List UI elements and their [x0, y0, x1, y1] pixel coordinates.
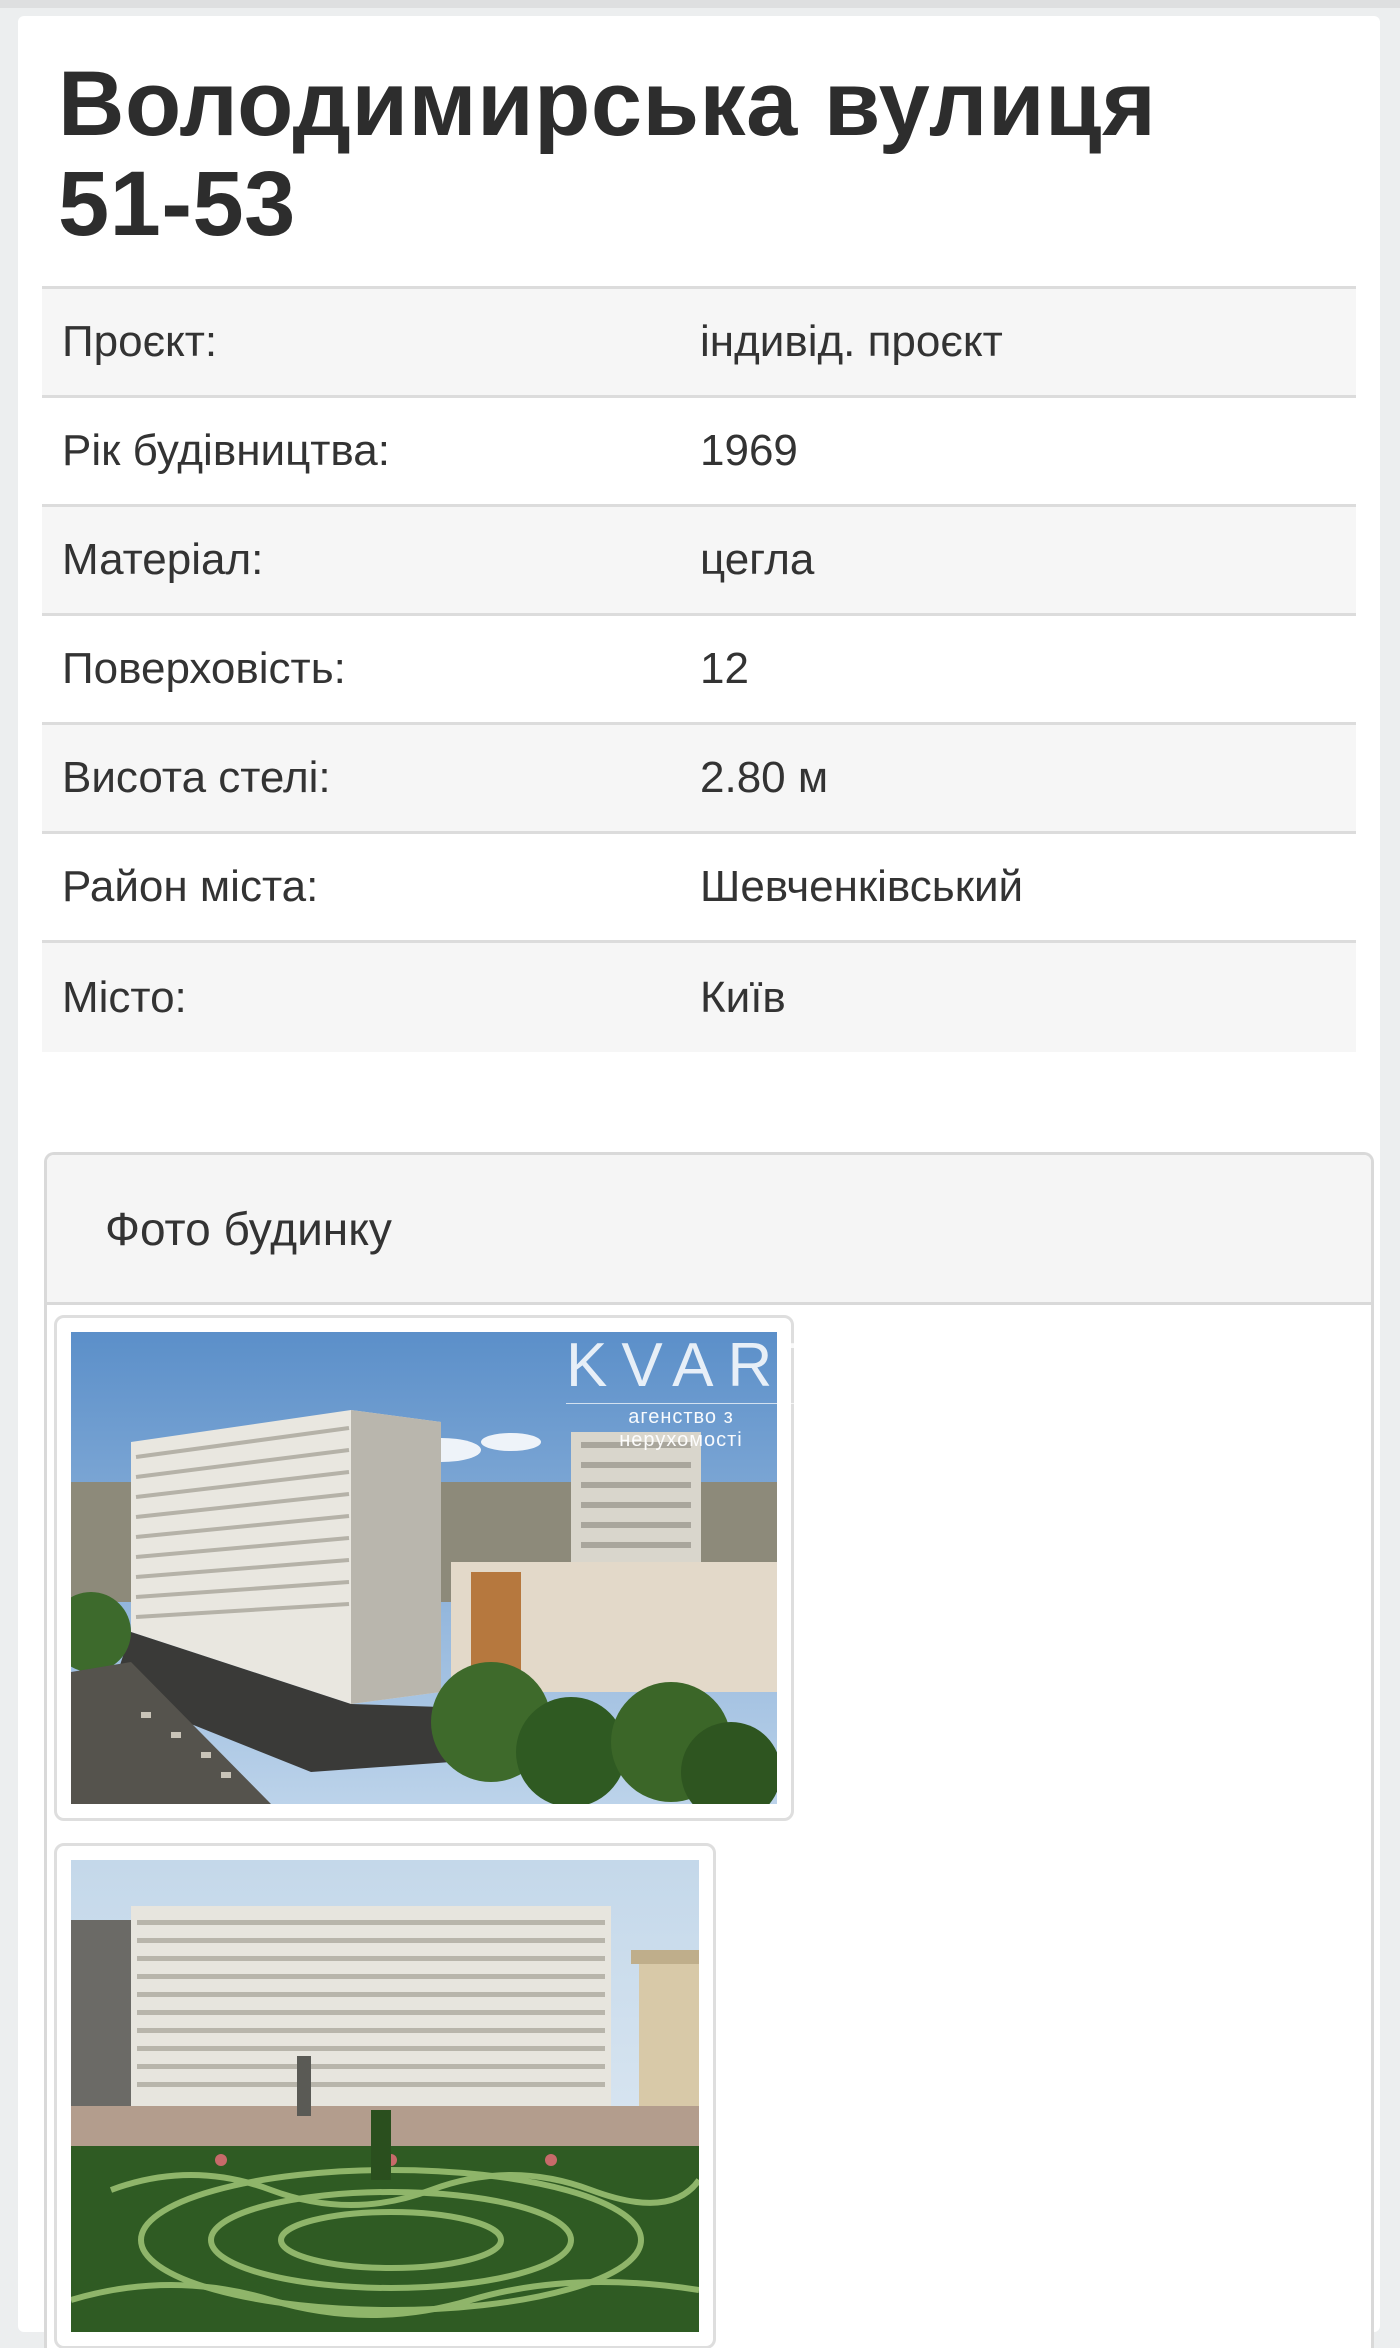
property-label: Проєкт: — [62, 317, 218, 366]
property-value: індивід. проєкт — [700, 317, 1003, 366]
property-row-floors: Поверховість: 12 — [42, 616, 1356, 725]
property-row-ceiling: Висота стелі: 2.80 м — [42, 725, 1356, 834]
property-value: цегла — [700, 535, 815, 584]
property-value: 1969 — [700, 426, 798, 475]
properties-table: Проєкт: індивід. проєкт Рік будівництва:… — [42, 286, 1356, 1052]
photos-panel-title: Фото будинку — [105, 1202, 392, 1255]
photos-panel: Фото будинку — [44, 1152, 1374, 2348]
photo-thumbnail-1[interactable] — [54, 1315, 794, 1821]
property-row-city: Місто: Київ — [42, 943, 1356, 1052]
property-value: Шевченківський — [700, 862, 1024, 911]
building-photo-square-icon — [71, 1860, 699, 2332]
building-photo-aerial-icon — [71, 1332, 777, 1804]
property-label: Висота стелі: — [62, 753, 331, 802]
property-label: Район міста: — [62, 862, 319, 911]
property-label: Матеріал: — [62, 535, 264, 584]
property-value: Київ — [700, 972, 786, 1022]
property-row-project: Проєкт: індивід. проєкт — [42, 289, 1356, 398]
property-label: Місто: — [62, 972, 187, 1022]
property-value: 12 — [700, 644, 749, 693]
property-value: 2.80 м — [700, 753, 829, 802]
property-row-material: Матеріал: цегла — [42, 507, 1356, 616]
top-divider — [0, 0, 1400, 8]
property-label: Поверховість: — [62, 644, 346, 693]
property-row-year: Рік будівництва: 1969 — [42, 398, 1356, 507]
photos-panel-heading: Фото будинку — [47, 1155, 1371, 1305]
property-row-district: Район міста: Шевченківський — [42, 834, 1356, 943]
page-title: Володимирська вулиця 51-53 — [58, 53, 1157, 255]
photo-thumbnail-2[interactable] — [54, 1843, 716, 2348]
property-label: Рік будівництва: — [62, 426, 391, 475]
building-card: Володимирська вулиця 51-53 Проєкт: індив… — [18, 16, 1380, 2348]
